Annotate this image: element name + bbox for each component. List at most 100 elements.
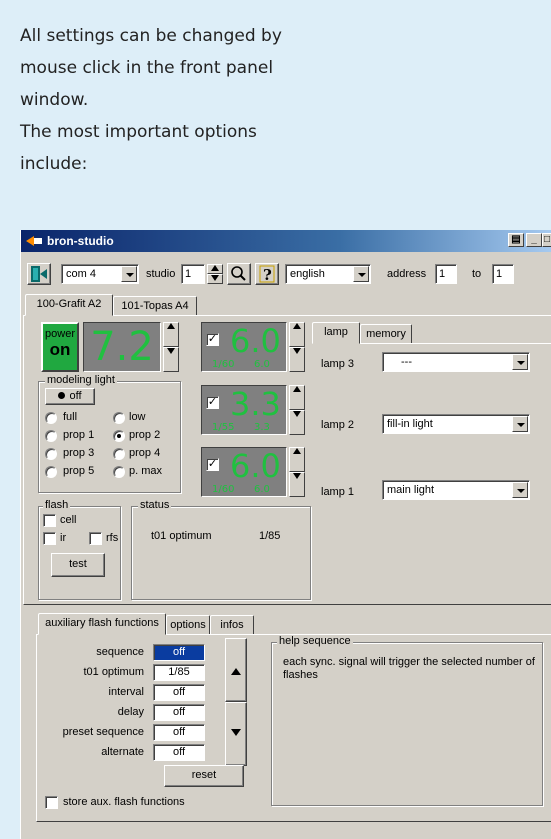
studio-label: studio (146, 268, 176, 280)
aux-t01-optimum-field[interactable]: 1/85 (153, 664, 205, 681)
ir-checkbox[interactable] (43, 532, 56, 545)
aux-up-button[interactable] (225, 638, 247, 702)
address-to-input[interactable]: 1 (492, 264, 514, 284)
lamp-2-label: lamp 2 (321, 419, 355, 431)
lamp-3-checkbox-mark[interactable]: ✓ (206, 333, 219, 346)
reset-button[interactable]: reset (164, 765, 244, 787)
arrow-up-icon (231, 668, 241, 675)
search-icon (231, 266, 246, 281)
radio-full[interactable] (45, 412, 57, 424)
aux-delay-field[interactable]: off (153, 704, 205, 721)
arrow-down-icon[interactable] (289, 410, 305, 435)
lamp-3-spinner[interactable] (289, 322, 305, 372)
tab-device-2[interactable]: 101-Topas A4 (113, 296, 197, 316)
radio-low[interactable] (113, 412, 125, 424)
exit-icon[interactable] (27, 263, 51, 285)
tab-device-1[interactable]: 100-Grafit A2 (25, 294, 113, 316)
power-button[interactable]: power on (41, 322, 79, 372)
help-button[interactable]: ? (255, 263, 279, 285)
option-low-label: low (129, 411, 146, 423)
lamp-3-small-2: 6.0 (254, 359, 270, 370)
tab-infos[interactable]: infos (210, 615, 254, 635)
status-value: 1/85 (259, 530, 281, 542)
lamp-2-select[interactable]: fill-in light (382, 414, 530, 434)
help-icon: ? (259, 265, 275, 284)
port-select[interactable]: com 4 (61, 264, 139, 284)
test-button[interactable]: test (51, 553, 105, 577)
radio-prop-2[interactable] (113, 430, 125, 442)
aux-interval-field[interactable]: off (153, 684, 205, 701)
chevron-down-icon[interactable] (121, 266, 137, 282)
radio-p-max[interactable] (113, 466, 125, 478)
aux-alternate-field[interactable]: off (153, 744, 205, 761)
option-prop-1-label: prop 1 (63, 429, 95, 441)
rfs-checkbox[interactable] (89, 532, 102, 545)
chevron-down-icon[interactable] (512, 354, 528, 370)
arrow-up-icon[interactable] (289, 322, 305, 347)
lamp-2-select-value: fill-in light (387, 418, 433, 430)
rfs-label: rfs (106, 532, 119, 544)
spin-up-icon[interactable] (207, 264, 223, 274)
lamp-1-spinner[interactable] (289, 447, 305, 497)
radio-prop-1[interactable] (45, 430, 57, 442)
option-p-max-label: p. max (129, 465, 163, 477)
lamp-2-spinner[interactable] (289, 385, 305, 435)
chevron-down-icon[interactable] (353, 266, 369, 282)
arrow-up-icon[interactable] (289, 385, 305, 410)
chevron-down-icon[interactable] (512, 482, 528, 498)
intro-line: The most important options (20, 122, 257, 142)
tab-options[interactable]: options (166, 615, 210, 635)
status-label: status (138, 499, 172, 511)
maximize-button[interactable]: □ (542, 233, 551, 247)
search-button[interactable] (227, 263, 251, 285)
cell-checkbox[interactable] (43, 514, 56, 527)
lamp-2-checkbox[interactable]: ✓ (206, 396, 219, 409)
arrow-down-icon[interactable] (289, 472, 305, 497)
lamp-1-checkbox[interactable]: ✓ (206, 458, 219, 471)
print-icon[interactable]: ▤ (508, 233, 524, 247)
port-value: com 4 (66, 268, 96, 280)
address-from-input[interactable]: 1 (435, 264, 457, 284)
arrow-up-icon[interactable] (289, 447, 305, 472)
aux-preset-sequence-field[interactable]: off (153, 724, 205, 741)
intro-line: mouse click in the front panel (20, 58, 274, 78)
arrow-down-icon[interactable] (163, 347, 179, 372)
arrow-up-icon[interactable] (163, 322, 179, 347)
power-label: power (45, 328, 75, 340)
chevron-down-icon[interactable] (512, 416, 528, 432)
tab-memory[interactable]: memory (360, 324, 412, 344)
lamp-1-small-1: 1/60 (212, 484, 235, 495)
lamp-3-value: 6.0 (230, 322, 281, 360)
main-spinner[interactable] (163, 322, 179, 372)
minimize-button[interactable]: _ (526, 233, 542, 247)
arrow-down-icon[interactable] (289, 347, 305, 372)
tab-lamp[interactable]: lamp (312, 322, 360, 344)
radio-prop-4[interactable] (113, 448, 125, 460)
lamp-3-label: lamp 3 (321, 358, 355, 370)
aux-label-delay: delay (117, 706, 144, 718)
store-aux-checkbox[interactable] (45, 796, 58, 809)
aux-label-preset-sequence: preset sequence (62, 726, 144, 738)
lamp-1-select[interactable]: main light (382, 480, 530, 500)
to-label: to (472, 268, 482, 280)
radio-prop-5[interactable] (45, 466, 57, 478)
modeling-off-label: off (69, 390, 82, 402)
studio-spinner[interactable] (207, 264, 223, 284)
modeling-off-button[interactable]: off (45, 388, 95, 405)
aux-label-t01-optimum: t01 optimum (83, 666, 144, 678)
studio-input[interactable]: 1 (181, 264, 205, 284)
arrow-down-icon (231, 729, 241, 736)
aux-sequence-field[interactable]: off (153, 644, 205, 661)
lamp-1-small-2: 6.0 (254, 484, 270, 495)
spin-down-icon[interactable] (207, 274, 223, 284)
language-select[interactable]: english (285, 264, 371, 284)
help-label: help sequence (277, 635, 353, 647)
aux-label-interval: interval (108, 686, 144, 698)
intro-line: All settings can be changed by (20, 26, 282, 46)
radio-prop-3[interactable] (45, 448, 57, 460)
intro-line: window. (20, 90, 89, 110)
lamp-1-value: 6.0 (230, 447, 281, 485)
aux-down-button[interactable] (225, 702, 247, 766)
tab-auxiliary-flash-functions[interactable]: auxiliary flash functions (38, 613, 166, 635)
lamp-3-select[interactable]: --- (382, 352, 530, 372)
